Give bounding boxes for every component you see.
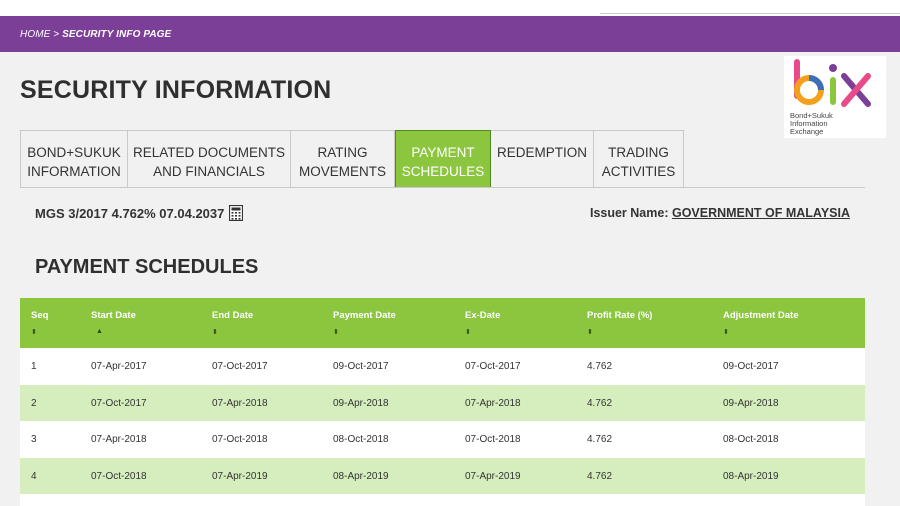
table-cell: 09-Oct-2017	[333, 361, 389, 372]
table-cell: 08-Apr-2019	[333, 470, 389, 482]
table-row: 2 07-Oct-2017 07-Apr-2018 09-Apr-2018 07-Apr…	[20, 384, 865, 421]
sort-icon[interactable]: ⬍	[465, 328, 471, 336]
table-cell: 08-Apr-2019	[723, 470, 779, 482]
issuer-link[interactable]: GOVERNMENT OF MALAYSIA	[672, 206, 850, 220]
bix-logo-icon	[794, 59, 871, 107]
tab-label-line: INFORMATION	[27, 164, 121, 179]
table-cell: 4.762	[587, 361, 613, 372]
tab-label-line: TRADING	[608, 145, 669, 160]
tab-payment-schedules[interactable]: PAYMENT SCHEDULES	[395, 130, 491, 188]
table-cell: 07-Oct-2017	[465, 361, 521, 372]
sort-asc-icon[interactable]: ▲	[96, 328, 103, 335]
tab-label-line: PAYMENT	[411, 145, 475, 160]
column-header-ex-date[interactable]: Ex-Date	[465, 310, 500, 321]
table-header: Seq Start Date End Date Payment Date Ex-…	[20, 298, 865, 348]
table-cell: 07-Oct-2018	[465, 434, 521, 445]
issuer-label: Issuer Name:	[589, 206, 669, 220]
sort-icon[interactable]: ⬍	[723, 328, 729, 336]
table-row: 1 07-Apr-2017 07-Oct-2017 09-Oct-2017 07-Oct…	[20, 348, 865, 385]
breadcrumb-current: SECURITY INFO PAGE	[62, 28, 172, 40]
tab-label-line: BOND+SUKUK	[27, 145, 121, 160]
top-divider	[600, 13, 900, 14]
column-header-profit-rate[interactable]: Profit Rate (%)	[587, 310, 652, 321]
tab-label-line: REDEMPTION	[496, 145, 587, 160]
security-name-text: MGS 3/2017 4.762% 07.04.2037	[35, 205, 225, 221]
table-cell: 07-Apr-2019	[212, 470, 268, 482]
logo-tagline: Bond+Sukuk Information Exchange	[790, 112, 833, 136]
breadcrumb-home-link[interactable]: HOME	[20, 29, 50, 40]
column-header-end-date[interactable]: End Date	[212, 310, 253, 321]
tab-label-line: RELATED DOCUMENTS	[132, 145, 285, 160]
tab-related-documents[interactable]: RELATED DOCUMENTS AND FINANCIALS	[128, 130, 291, 188]
tab-redemption[interactable]: REDEMPTION	[491, 130, 594, 188]
payment-schedule-table: Seq Start Date End Date Payment Date Ex-…	[20, 298, 865, 494]
column-header-start-date[interactable]: Start Date	[91, 310, 136, 321]
security-name: MGS 3/2017 4.762% 07.04.2037	[35, 205, 244, 221]
table-cell: 07-Apr-2017	[91, 361, 147, 372]
table-cell: 07-Apr-2018	[91, 434, 147, 445]
table-cell: 07-Apr-2018	[212, 397, 268, 409]
tab-label-line: MOVEMENTS	[298, 164, 386, 179]
table-cell: 4	[31, 470, 37, 482]
tab-label-line: RATING	[317, 145, 368, 160]
table-cell: 4.762	[587, 434, 613, 445]
table-cell: 07-Oct-2017	[91, 397, 147, 409]
tab-bar: BOND+SUKUK INFORMATION RELATED DOCUMENTS A…	[20, 130, 684, 188]
tab-label-line: ACTIVITIES	[601, 164, 676, 179]
column-header-adjustment-date[interactable]: Adjustment Date	[723, 310, 798, 321]
bix-logo[interactable]: Bond+Sukuk Information Exchange	[784, 56, 886, 138]
tab-divider	[20, 187, 865, 188]
column-header-seq[interactable]: Seq	[31, 310, 48, 321]
top-strip	[0, 0, 900, 16]
table-cell: 2	[31, 397, 37, 409]
sort-icon[interactable]: ⬍	[587, 328, 593, 336]
table-cell: 4.762	[587, 397, 613, 409]
table-cell: 09-Apr-2018	[333, 397, 389, 409]
tab-bond-sukuk-information[interactable]: BOND+SUKUK INFORMATION	[20, 130, 128, 188]
table-cell: 08-Oct-2018	[723, 434, 779, 445]
tab-label-line: AND FINANCIALS	[153, 164, 265, 179]
table-cell: 08-Oct-2018	[333, 434, 389, 445]
table-cell: 09-Oct-2017	[723, 361, 779, 372]
column-header-payment-date[interactable]: Payment Date	[333, 310, 396, 321]
tab-trading-activities[interactable]: TRADING ACTIVITIES	[594, 130, 684, 188]
breadcrumb-separator: >	[50, 28, 63, 40]
table-cell: 07-Apr-2019	[465, 470, 521, 482]
section-title: PAYMENT SCHEDULES	[35, 256, 259, 278]
page-title: SECURITY INFORMATION	[20, 76, 332, 104]
breadcrumb-bar: HOME > SECURITY INFO PAGE	[0, 16, 900, 52]
table-body: 1 07-Apr-2017 07-Oct-2017 09-Oct-2017 07-Oct…	[20, 348, 865, 494]
breadcrumb: HOME > SECURITY INFO PAGE	[20, 29, 171, 40]
table-row: 3 07-Apr-2018 07-Oct-2018 08-Oct-2018 07-Oct…	[20, 421, 865, 458]
table-cell: 3	[31, 434, 37, 445]
tab-label-line: SCHEDULES	[401, 164, 485, 179]
sort-icon[interactable]: ⬍	[333, 328, 339, 336]
sort-icon[interactable]: ⬍	[212, 328, 218, 336]
table-cell: 07-Oct-2018	[91, 470, 147, 482]
table-cell: 4.762	[587, 470, 613, 482]
issuer-name: Issuer Name: GOVERNMENT OF MALAYSIA	[590, 206, 850, 220]
table-cell: 07-Apr-2018	[465, 397, 521, 409]
table-continuation	[20, 494, 865, 506]
table-cell: 1	[31, 361, 37, 372]
table-row: 4 07-Oct-2018 07-Apr-2019 08-Apr-2019 07-Apr…	[20, 457, 865, 494]
tab-rating-movements[interactable]: RATING MOVEMENTS	[291, 130, 395, 188]
calculator-icon[interactable]	[229, 205, 244, 221]
table-cell: 09-Apr-2018	[723, 397, 779, 409]
table-cell: 07-Oct-2018	[212, 434, 268, 445]
sort-icon[interactable]: ⬍	[31, 328, 37, 336]
logo-tagline-line: Exchange	[790, 127, 824, 136]
table-cell: 07-Oct-2017	[212, 361, 268, 372]
